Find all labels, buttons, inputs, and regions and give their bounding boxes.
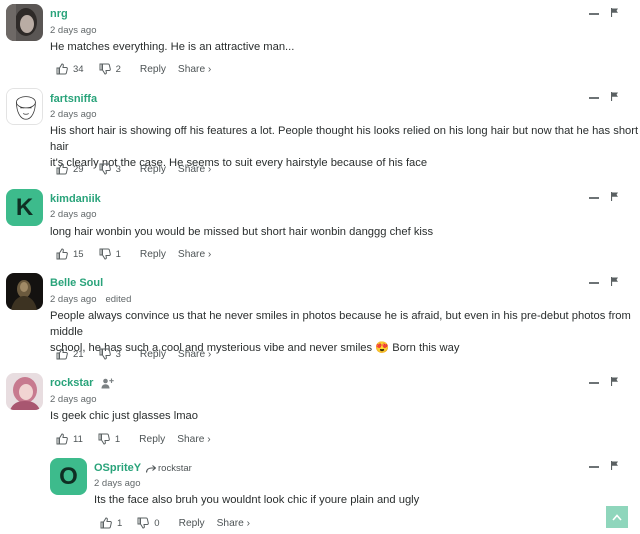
minus-icon[interactable] [589, 466, 599, 468]
comment-actions: 15 1 Reply Share › [56, 248, 211, 260]
username[interactable]: kimdaniik [50, 193, 101, 205]
dislike-button[interactable]: 1 [98, 433, 120, 445]
share-button[interactable]: Share › [178, 349, 211, 360]
comment-text-line: His short hair is showing off his featur… [50, 125, 639, 153]
comment-actions: 34 2 Reply Share › [56, 63, 211, 75]
dislike-count: 0 [154, 517, 160, 529]
comment-text-line: People always convince us that he never … [50, 310, 631, 338]
avatar-nrg[interactable] [6, 4, 43, 41]
flag-icon[interactable] [611, 277, 619, 286]
thumbs-down-icon [99, 163, 111, 175]
thumbs-up-icon [56, 163, 68, 175]
dislike-count: 1 [115, 248, 121, 260]
thumbs-up-icon [100, 517, 112, 529]
dislike-button[interactable]: 1 [99, 248, 121, 260]
timestamp[interactable]: 2 days ago [94, 478, 140, 489]
avatar-belle-soul[interactable] [6, 273, 43, 310]
thumbs-up-icon [56, 63, 68, 75]
like-button[interactable]: 34 [56, 63, 84, 75]
flag-icon[interactable] [611, 92, 619, 101]
username[interactable]: nrg [50, 8, 68, 20]
reply-to[interactable]: rockstar [146, 463, 192, 474]
timestamp-link[interactable]: 2 days ago [50, 294, 96, 305]
reply-button[interactable]: Reply [179, 518, 205, 529]
flag-icon[interactable] [611, 461, 619, 470]
reply-button[interactable]: Reply [140, 349, 166, 360]
minus-icon[interactable] [589, 13, 599, 15]
timestamp: 2 days ago edited [50, 294, 131, 305]
like-button[interactable]: 11 [56, 433, 83, 445]
timestamp[interactable]: 2 days ago [50, 25, 96, 36]
username-link[interactable]: rockstar [50, 377, 93, 389]
like-count: 21 [73, 348, 84, 360]
avatar-fartsniffa[interactable] [6, 88, 43, 125]
avatar-rockstar[interactable] [6, 373, 43, 410]
comment-actions: 1 0 Reply Share › [100, 517, 250, 529]
dislike-button[interactable]: 2 [99, 63, 121, 75]
dislike-count: 2 [115, 63, 121, 75]
reply-button[interactable]: Reply [140, 249, 166, 260]
thumbs-up-icon [56, 348, 68, 360]
timestamp[interactable]: 2 days ago [50, 109, 96, 120]
flag-icon[interactable] [611, 192, 619, 201]
reply-button[interactable]: Reply [140, 64, 166, 75]
thumbs-down-icon [137, 517, 150, 529]
dislike-count: 3 [115, 348, 121, 360]
avatar-ospritey[interactable]: O [50, 458, 87, 495]
comment-text: Its the face also bruh you wouldnt look … [94, 494, 420, 506]
comment-actions: 11 1 Reply Share › [56, 433, 211, 445]
comment-actions: 21 3 Reply Share › [56, 348, 211, 360]
like-count: 29 [73, 163, 84, 175]
timestamp[interactable]: 2 days ago [50, 209, 96, 220]
minus-icon[interactable] [589, 382, 599, 384]
like-button[interactable]: 15 [56, 248, 84, 260]
share-button[interactable]: Share › [217, 518, 250, 529]
flag-icon[interactable] [611, 377, 619, 386]
comment-text: Is geek chic just glasses lmao [50, 410, 198, 422]
share-button[interactable]: Share › [178, 164, 211, 175]
thumbs-down-icon [99, 63, 111, 75]
like-count: 11 [73, 433, 83, 445]
minus-icon[interactable] [589, 97, 599, 99]
reply-button[interactable]: Reply [139, 434, 165, 445]
thumbs-down-icon [98, 433, 110, 445]
username[interactable]: OSpriteY [94, 462, 141, 474]
like-count: 34 [73, 63, 84, 75]
flag-icon[interactable] [611, 8, 619, 17]
thumbs-down-icon [99, 248, 111, 260]
comment-text: He matches everything. He is an attracti… [50, 41, 295, 53]
reply-arrow-icon [146, 464, 156, 473]
like-button[interactable]: 21 [56, 348, 84, 360]
share-button[interactable]: Share › [177, 434, 210, 445]
username[interactable]: fartsniffa [50, 93, 97, 105]
thumbs-up-icon [56, 248, 68, 260]
scroll-to-top-button[interactable] [606, 506, 628, 528]
comment-actions: 29 3 Reply Share › [56, 163, 211, 175]
username[interactable]: Belle Soul [50, 277, 103, 289]
username: rockstar [50, 377, 115, 389]
dislike-button[interactable]: 0 [137, 517, 160, 529]
share-button[interactable]: Share › [178, 64, 211, 75]
like-count: 15 [73, 248, 84, 260]
reply-button[interactable]: Reply [140, 164, 166, 175]
dislike-button[interactable]: 3 [99, 348, 121, 360]
arrow-up-icon [612, 513, 622, 521]
like-count: 1 [117, 517, 123, 529]
thumbs-up-icon [56, 433, 68, 445]
minus-icon[interactable] [589, 197, 599, 199]
timestamp[interactable]: 2 days ago [50, 394, 96, 405]
like-button[interactable]: 29 [56, 163, 84, 175]
edited-label: edited [105, 294, 132, 305]
comment-text: long hair wonbin you would be missed but… [50, 226, 434, 238]
like-button[interactable]: 1 [100, 517, 122, 529]
minus-icon[interactable] [589, 282, 599, 284]
thumbs-down-icon [99, 348, 111, 360]
reply-to-username: rockstar [158, 463, 192, 474]
follow-user-icon[interactable] [101, 378, 115, 389]
dislike-count: 1 [114, 433, 121, 445]
dislike-button[interactable]: 3 [99, 163, 121, 175]
avatar-kimdaniik[interactable]: K [6, 189, 43, 226]
dislike-count: 3 [115, 163, 121, 175]
share-button[interactable]: Share › [178, 249, 211, 260]
